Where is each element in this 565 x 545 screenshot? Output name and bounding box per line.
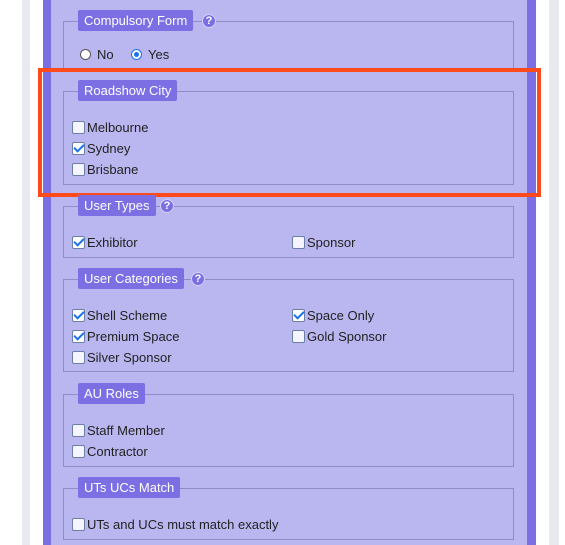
checkbox-exhibitor-label: Exhibitor bbox=[87, 235, 138, 250]
checkbox-silver-sponsor-label: Silver Sponsor bbox=[87, 350, 172, 365]
checkbox-contractor-box[interactable] bbox=[72, 445, 85, 458]
user-categories-legend: User Categories bbox=[78, 268, 184, 289]
checkbox-match-exactly-box[interactable] bbox=[72, 518, 85, 531]
checkbox-silver-sponsor-box[interactable] bbox=[72, 351, 85, 364]
compulsory-form-help-icon[interactable]: ? bbox=[202, 14, 216, 28]
user-categories-help-icon[interactable]: ? bbox=[191, 272, 205, 286]
checkbox-sponsor-label: Sponsor bbox=[307, 235, 356, 250]
checkbox-contractor-label: Contractor bbox=[87, 444, 148, 459]
compulsory-form-fieldset: Compulsory Form bbox=[63, 10, 514, 71]
checkbox-silver-sponsor[interactable]: Silver Sponsor bbox=[72, 350, 172, 365]
checkbox-shell-scheme-label: Shell Scheme bbox=[87, 308, 168, 323]
radio-no-button[interactable] bbox=[80, 49, 91, 60]
checkbox-shell-scheme-box[interactable] bbox=[72, 309, 85, 322]
uts-ucs-match-legend: UTs UCs Match bbox=[78, 477, 181, 498]
checkbox-space-only[interactable]: Space Only bbox=[292, 308, 374, 323]
user-types-legend: User Types bbox=[78, 195, 156, 216]
checkbox-contractor[interactable]: Contractor bbox=[72, 444, 148, 459]
checkbox-sponsor-box[interactable] bbox=[292, 236, 305, 249]
user-types-fieldset: User Types bbox=[63, 195, 514, 258]
radio-yes-button[interactable] bbox=[131, 49, 142, 60]
checkbox-sponsor[interactable]: Sponsor bbox=[292, 235, 355, 250]
checkbox-premium-space-box[interactable] bbox=[72, 330, 85, 343]
uts-ucs-match-fieldset: UTs UCs Match bbox=[63, 477, 514, 540]
highlight-box bbox=[38, 68, 541, 197]
radio-no[interactable]: No bbox=[80, 47, 114, 62]
checkbox-exhibitor[interactable]: Exhibitor bbox=[72, 235, 138, 250]
checkbox-space-only-label: Space Only bbox=[307, 308, 375, 323]
user-types-help-icon[interactable]: ? bbox=[160, 199, 174, 213]
checkbox-premium-space[interactable]: Premium Space bbox=[72, 329, 179, 344]
checkbox-space-only-box[interactable] bbox=[292, 309, 305, 322]
checkbox-exhibitor-box[interactable] bbox=[72, 236, 85, 249]
checkbox-staff-member-label: Staff Member bbox=[87, 423, 165, 438]
compulsory-form-legend: Compulsory Form bbox=[78, 10, 194, 31]
au-roles-legend: AU Roles bbox=[78, 383, 145, 404]
checkbox-match-exactly-label: UTs and UCs must match exactly bbox=[87, 517, 279, 532]
checkbox-gold-sponsor-box[interactable] bbox=[292, 330, 305, 343]
checkbox-staff-member[interactable]: Staff Member bbox=[72, 423, 165, 438]
radio-yes-label: Yes bbox=[148, 47, 170, 62]
radio-yes[interactable]: Yes bbox=[131, 47, 169, 62]
checkbox-premium-space-label: Premium Space bbox=[87, 329, 180, 344]
checkbox-match-exactly[interactable]: UTs and UCs must match exactly bbox=[72, 517, 278, 532]
checkbox-gold-sponsor[interactable]: Gold Sponsor bbox=[292, 329, 387, 344]
checkbox-gold-sponsor-label: Gold Sponsor bbox=[307, 329, 387, 344]
checkbox-staff-member-box[interactable] bbox=[72, 424, 85, 437]
checkbox-shell-scheme[interactable]: Shell Scheme bbox=[72, 308, 167, 323]
radio-no-label: No bbox=[97, 47, 114, 62]
